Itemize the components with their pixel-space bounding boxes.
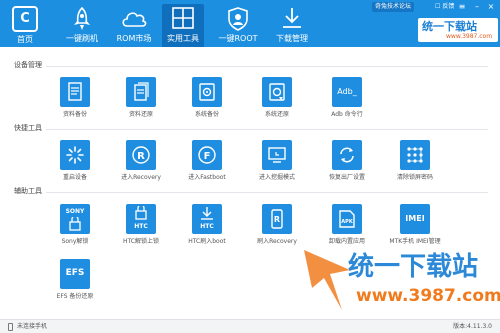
tool-data-backup[interactable]: 资料备份	[44, 77, 106, 123]
tool-label: 资料备份	[62, 111, 87, 118]
nav-flash-label: 一键刷机	[66, 34, 98, 43]
minimize-icon[interactable]: –	[472, 2, 482, 12]
tool-label: 重启设备	[62, 174, 87, 181]
close-icon[interactable]: ×	[486, 2, 496, 12]
fastboot-icon: F	[198, 146, 216, 164]
menu-icon[interactable]: ≡	[457, 2, 467, 12]
shield-icon	[228, 7, 248, 31]
section-device-divider	[46, 66, 488, 67]
svg-text:F: F	[204, 151, 211, 162]
tool-label: Adb 命令行	[331, 111, 363, 118]
section-device-title: 设备管理	[14, 61, 42, 69]
cloud-icon	[122, 12, 147, 27]
backup-doc-icon	[68, 82, 82, 101]
tool-factory-reset[interactable]: 恢复出厂设置	[316, 140, 378, 186]
brand-url: www.3987.com	[446, 33, 493, 40]
feedback-button[interactable]: ☐ 反馈	[435, 2, 454, 12]
tool-label: 资料还原	[128, 111, 153, 118]
tool-data-restore[interactable]: 资料还原	[110, 77, 172, 123]
tool-label: HTC解锁上锁	[122, 238, 159, 245]
restart-icon	[66, 146, 84, 164]
tool-label: 进入Recovery	[121, 174, 161, 181]
section-quick-title: 快捷工具	[14, 124, 42, 132]
tool-htc-unlock[interactable]: HTC HTC解锁上锁	[110, 204, 172, 250]
tool-label: 系统备份	[194, 111, 219, 118]
uninstall-apk-icon: APK	[339, 210, 355, 228]
download-icon	[283, 8, 301, 28]
tool-label: 进入挖掘模式	[258, 174, 295, 181]
tool-clear-lock[interactable]: 清除锁屏密码	[384, 140, 446, 186]
tool-flash-recovery[interactable]: R 刷入Recovery	[246, 204, 308, 250]
brand-badge: 统一下载站 www.3987.com	[418, 18, 498, 42]
nav-root-label: 一键ROOT	[218, 34, 258, 43]
tool-label: HTC刷入boot	[188, 238, 226, 245]
adb-terminal-icon: Adb_	[337, 87, 357, 96]
htc-unlock-icon: HTC	[134, 223, 148, 230]
nav-rom-market-label: ROM市场	[116, 34, 152, 43]
version-label: 版本:4.11.3.0	[453, 323, 492, 330]
top-bar: C 首页 一键刷机 ROM市场 实用工具 一键ROOT 下载管理 奇兔技术论坛 …	[0, 0, 500, 47]
tool-label: 进入Fastboot	[188, 174, 226, 181]
nav-rom-market[interactable]: ROM市场	[110, 4, 158, 47]
flash-recovery-icon: R	[271, 209, 283, 229]
dig-mode-icon	[268, 147, 286, 163]
watermark-text: 统一下载站	[348, 252, 479, 282]
tool-adb-command[interactable]: Adb_ Adb 命令行	[316, 77, 378, 123]
tool-system-restore[interactable]: 系统还原	[246, 77, 308, 123]
feedback-label: 反馈	[442, 3, 455, 10]
system-restore-icon	[269, 83, 285, 101]
htc-boot-icon: HTC	[200, 223, 214, 230]
tool-restart[interactable]: 重启设备	[44, 140, 106, 186]
efs-icon: EFS	[65, 268, 85, 278]
svg-text:R: R	[274, 215, 280, 224]
tool-enter-fastboot[interactable]: F 进入Fastboot	[176, 140, 238, 186]
watermark-url: www.3987.com	[356, 286, 500, 306]
factory-reset-icon	[340, 147, 354, 163]
tool-enter-dig-mode[interactable]: 进入挖掘模式	[246, 140, 308, 186]
grid-icon	[172, 7, 194, 29]
restore-doc-icon	[134, 82, 149, 101]
tool-label: 恢复出厂设置	[328, 174, 365, 181]
svg-text:R: R	[137, 151, 145, 162]
tool-enter-recovery[interactable]: R 进入Recovery	[110, 140, 172, 186]
tool-label: 系统还原	[264, 111, 289, 118]
tool-sony-unlock[interactable]: SONY Sony解锁	[44, 204, 106, 250]
section-quick-divider	[46, 129, 488, 130]
svg-text:APK: APK	[341, 219, 354, 225]
watermark: 统一下载站 www.3987.com	[300, 240, 500, 318]
recovery-icon: R	[132, 146, 150, 164]
home-logo[interactable]: C 首页	[8, 6, 42, 46]
feedback-icon: ☐	[435, 3, 441, 10]
section-aux-title: 辅助工具	[14, 187, 42, 195]
nav-flash[interactable]: 一键刷机	[58, 4, 106, 47]
tool-efs-backup[interactable]: EFS EFS 备份还原	[44, 259, 106, 305]
rocket-icon	[74, 7, 90, 30]
forum-link[interactable]: 奇兔技术论坛	[372, 2, 415, 12]
tool-label: Sony解锁	[61, 238, 89, 245]
tool-label: EFS 备份还原	[56, 293, 94, 300]
sony-unlock-icon: SONY	[65, 208, 85, 215]
nav-root[interactable]: 一键ROOT	[212, 4, 264, 47]
brand-name: 统一下载站	[422, 20, 477, 33]
tool-label: 清除锁屏密码	[396, 174, 433, 181]
nav-downloads[interactable]: 下载管理	[268, 4, 316, 47]
nav-downloads-label: 下载管理	[276, 34, 308, 43]
tool-htc-boot[interactable]: HTC HTC刷入boot	[176, 204, 238, 250]
tool-system-backup[interactable]: 系统备份	[176, 77, 238, 123]
home-label: 首页	[17, 35, 33, 44]
system-backup-icon	[199, 83, 215, 101]
pattern-lock-icon	[407, 147, 423, 163]
connection-status: 未连接手机	[17, 323, 48, 330]
phone-icon	[8, 323, 13, 331]
nav-tools-label: 实用工具	[167, 34, 199, 43]
nav-tools[interactable]: 实用工具	[162, 4, 204, 47]
imei-icon: IMEI	[405, 214, 425, 223]
status-bar: 未连接手机 版本:4.11.3.0	[0, 319, 500, 333]
section-aux-divider	[46, 192, 488, 193]
